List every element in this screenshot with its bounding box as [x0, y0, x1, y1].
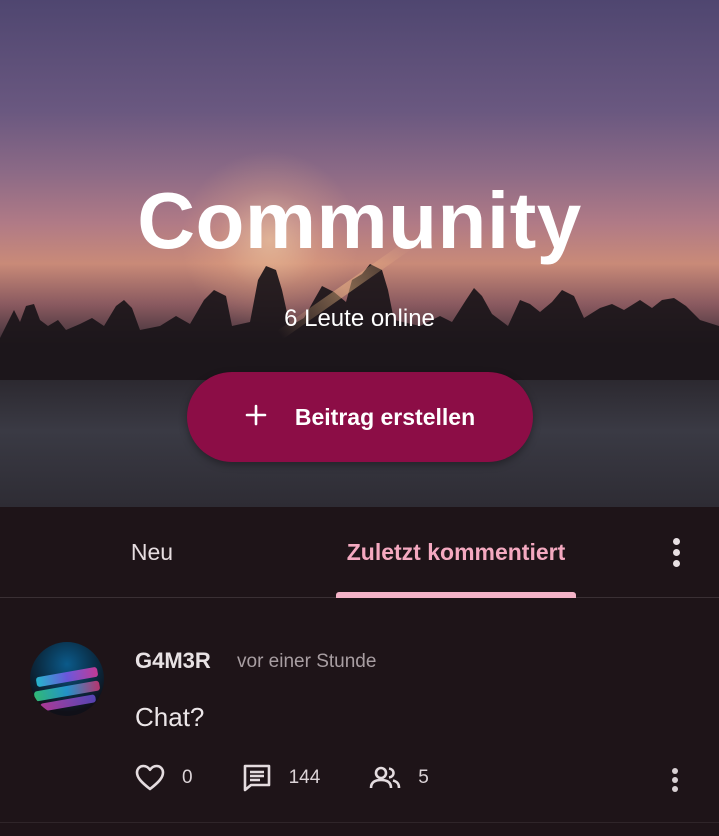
page-title: Community — [137, 176, 582, 265]
online-count: 6 Leute online — [284, 305, 435, 332]
tab-recently-commented[interactable]: Zuletzt kommentiert — [336, 507, 576, 597]
post-author[interactable]: G4M3R — [135, 648, 211, 674]
participant-count: 5 — [418, 767, 429, 788]
hero-banner: Community 6 Leute online Beitrag erstell… — [0, 0, 719, 507]
comments-button[interactable]: 144 — [242, 763, 321, 793]
plus-icon — [245, 398, 267, 432]
tab-new[interactable]: Neu — [0, 507, 304, 597]
like-count: 0 — [182, 767, 193, 788]
menu-dot — [672, 786, 678, 792]
menu-dot — [672, 768, 678, 774]
comment-count: 144 — [288, 767, 321, 788]
menu-dot — [672, 559, 680, 567]
menu-dot — [672, 537, 680, 545]
post-actions: 0 144 5 — [135, 760, 429, 796]
people-icon — [369, 766, 401, 790]
post-card[interactable]: G4M3R vor einer Stunde Chat? 0 144 5 — [0, 598, 719, 823]
avatar[interactable] — [30, 642, 104, 716]
post-text: Chat? — [135, 702, 205, 732]
menu-dot — [672, 777, 678, 783]
comment-icon — [242, 763, 272, 793]
create-post-button[interactable]: Beitrag erstellen — [187, 372, 533, 462]
menu-dot — [672, 548, 680, 556]
more-vert-icon[interactable] — [660, 532, 692, 572]
like-button[interactable]: 0 — [135, 764, 193, 792]
participants-button[interactable]: 5 — [369, 766, 429, 790]
heart-outline-icon — [135, 764, 165, 792]
post-more-vert-icon[interactable] — [660, 764, 690, 796]
post-time: vor einer Stunde — [237, 651, 377, 672]
tab-bar: Neu Zuletzt kommentiert — [0, 507, 719, 598]
create-post-label: Beitrag erstellen — [294, 403, 476, 430]
